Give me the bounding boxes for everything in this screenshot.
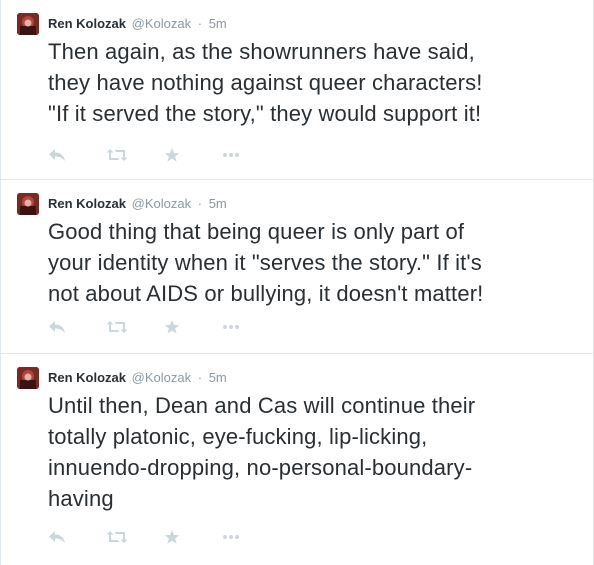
separator-dot: · — [197, 16, 203, 31]
more-button[interactable] — [222, 145, 280, 165]
tweet-actions — [48, 145, 280, 165]
retweet-button[interactable] — [106, 527, 164, 547]
author-name[interactable]: Ren Kolozak — [48, 16, 126, 31]
favorite-icon — [164, 148, 180, 162]
retweet-icon — [106, 149, 128, 161]
retweet-icon — [106, 321, 128, 333]
more-icon — [223, 153, 239, 157]
author-username[interactable]: @Kolozak — [132, 370, 191, 385]
favorite-icon — [164, 530, 180, 544]
reply-button[interactable] — [48, 527, 106, 547]
reply-icon — [49, 321, 65, 333]
more-icon — [223, 325, 239, 329]
tweet-text: Then again, as the showrunners have said… — [48, 39, 483, 126]
tweet-timeline: Ren Kolozak @Kolozak · 5m Then again, as… — [0, 0, 594, 565]
tweet-header: Ren Kolozak @Kolozak · 5m — [48, 368, 227, 388]
author-name[interactable]: Ren Kolozak — [48, 196, 126, 211]
retweet-button[interactable] — [106, 317, 164, 337]
tweet-timestamp[interactable]: 5m — [209, 16, 227, 31]
retweet-icon — [106, 531, 128, 543]
tweet-actions — [48, 527, 280, 547]
favorite-button[interactable] — [164, 527, 222, 547]
author-username[interactable]: @Kolozak — [132, 16, 191, 31]
tweet-text: Good thing that being queer is only part… — [48, 219, 484, 306]
tweet[interactable]: Ren Kolozak @Kolozak · 5m Good thing tha… — [1, 180, 593, 354]
favorite-icon — [164, 320, 180, 334]
tweet-header: Ren Kolozak @Kolozak · 5m — [48, 194, 227, 214]
more-button[interactable] — [222, 317, 280, 337]
tweet[interactable]: Ren Kolozak @Kolozak · 5m Then again, as… — [1, 0, 593, 180]
avatar[interactable] — [17, 193, 39, 215]
author-name[interactable]: Ren Kolozak — [48, 370, 126, 385]
avatar[interactable] — [17, 367, 39, 389]
reply-icon — [49, 531, 65, 543]
separator-dot: · — [197, 196, 203, 211]
favorite-button[interactable] — [164, 317, 222, 337]
author-username[interactable]: @Kolozak — [132, 196, 191, 211]
tweet-actions — [48, 317, 280, 337]
reply-button[interactable] — [48, 145, 106, 165]
tweet[interactable]: Ren Kolozak @Kolozak · 5m Until then, De… — [1, 354, 593, 565]
more-button[interactable] — [222, 527, 280, 547]
favorite-button[interactable] — [164, 145, 222, 165]
tweet-text: Until then, Dean and Cas will continue t… — [48, 393, 476, 511]
more-icon — [223, 535, 239, 539]
avatar[interactable] — [17, 13, 39, 35]
tweet-header: Ren Kolozak @Kolozak · 5m — [48, 14, 227, 34]
retweet-button[interactable] — [106, 145, 164, 165]
tweet-timestamp[interactable]: 5m — [209, 196, 227, 211]
separator-dot: · — [197, 370, 203, 385]
tweet-timestamp[interactable]: 5m — [209, 370, 227, 385]
reply-button[interactable] — [48, 317, 106, 337]
reply-icon — [49, 149, 65, 161]
